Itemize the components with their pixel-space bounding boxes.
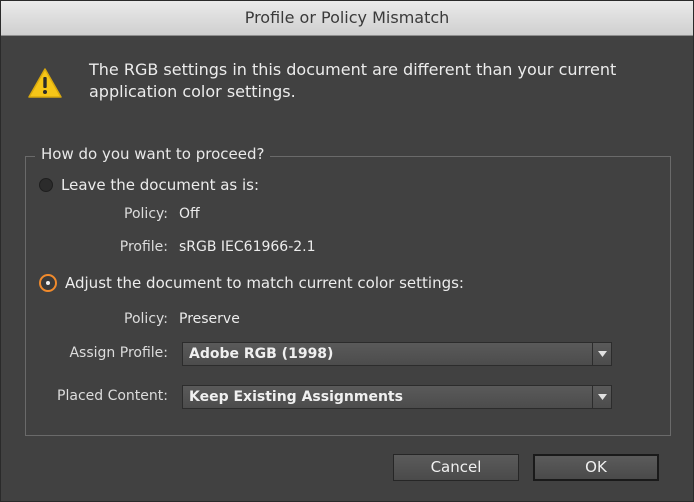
option1-policy-value: Off xyxy=(179,206,200,222)
group-legend: How do you want to proceed? xyxy=(35,145,271,163)
option1-profile-label: Profile: xyxy=(119,239,168,255)
option2-policy-label: Policy: xyxy=(124,311,168,327)
cancel-button[interactable]: Cancel xyxy=(393,454,519,481)
adjust-document-option[interactable]: Adjust the document to match current col… xyxy=(39,274,464,292)
adjust-document-radio[interactable] xyxy=(39,274,57,292)
leave-as-is-label: Leave the document as is: xyxy=(61,176,260,194)
assign-profile-select[interactable]: Adobe RGB (1998) xyxy=(182,342,612,366)
chevron-down-icon[interactable] xyxy=(592,343,611,365)
leave-as-is-radio[interactable] xyxy=(39,178,53,192)
leave-as-is-option[interactable]: Leave the document as is: xyxy=(39,176,259,194)
option1-profile-value: sRGB IEC61966-2.1 xyxy=(179,239,316,255)
window-title: Profile or Policy Mismatch xyxy=(1,1,693,36)
placed-content-select[interactable]: Keep Existing Assignments xyxy=(182,385,612,409)
placed-content-value: Keep Existing Assignments xyxy=(189,389,403,405)
option1-policy-label: Policy: xyxy=(124,206,168,222)
mismatch-dialog: Profile or Policy Mismatch The RGB setti… xyxy=(0,0,694,502)
chevron-down-icon[interactable] xyxy=(592,386,611,408)
assign-profile-value: Adobe RGB (1998) xyxy=(189,346,334,362)
message-text: The RGB settings in this document are di… xyxy=(89,60,617,101)
ok-button[interactable]: OK xyxy=(533,454,659,481)
warning-triangle-icon xyxy=(28,68,62,98)
assign-profile-label: Assign Profile: xyxy=(69,345,168,361)
placed-content-label: Placed Content: xyxy=(57,388,168,404)
adjust-document-label: Adjust the document to match current col… xyxy=(65,274,464,292)
option2-policy-value: Preserve xyxy=(179,311,240,327)
